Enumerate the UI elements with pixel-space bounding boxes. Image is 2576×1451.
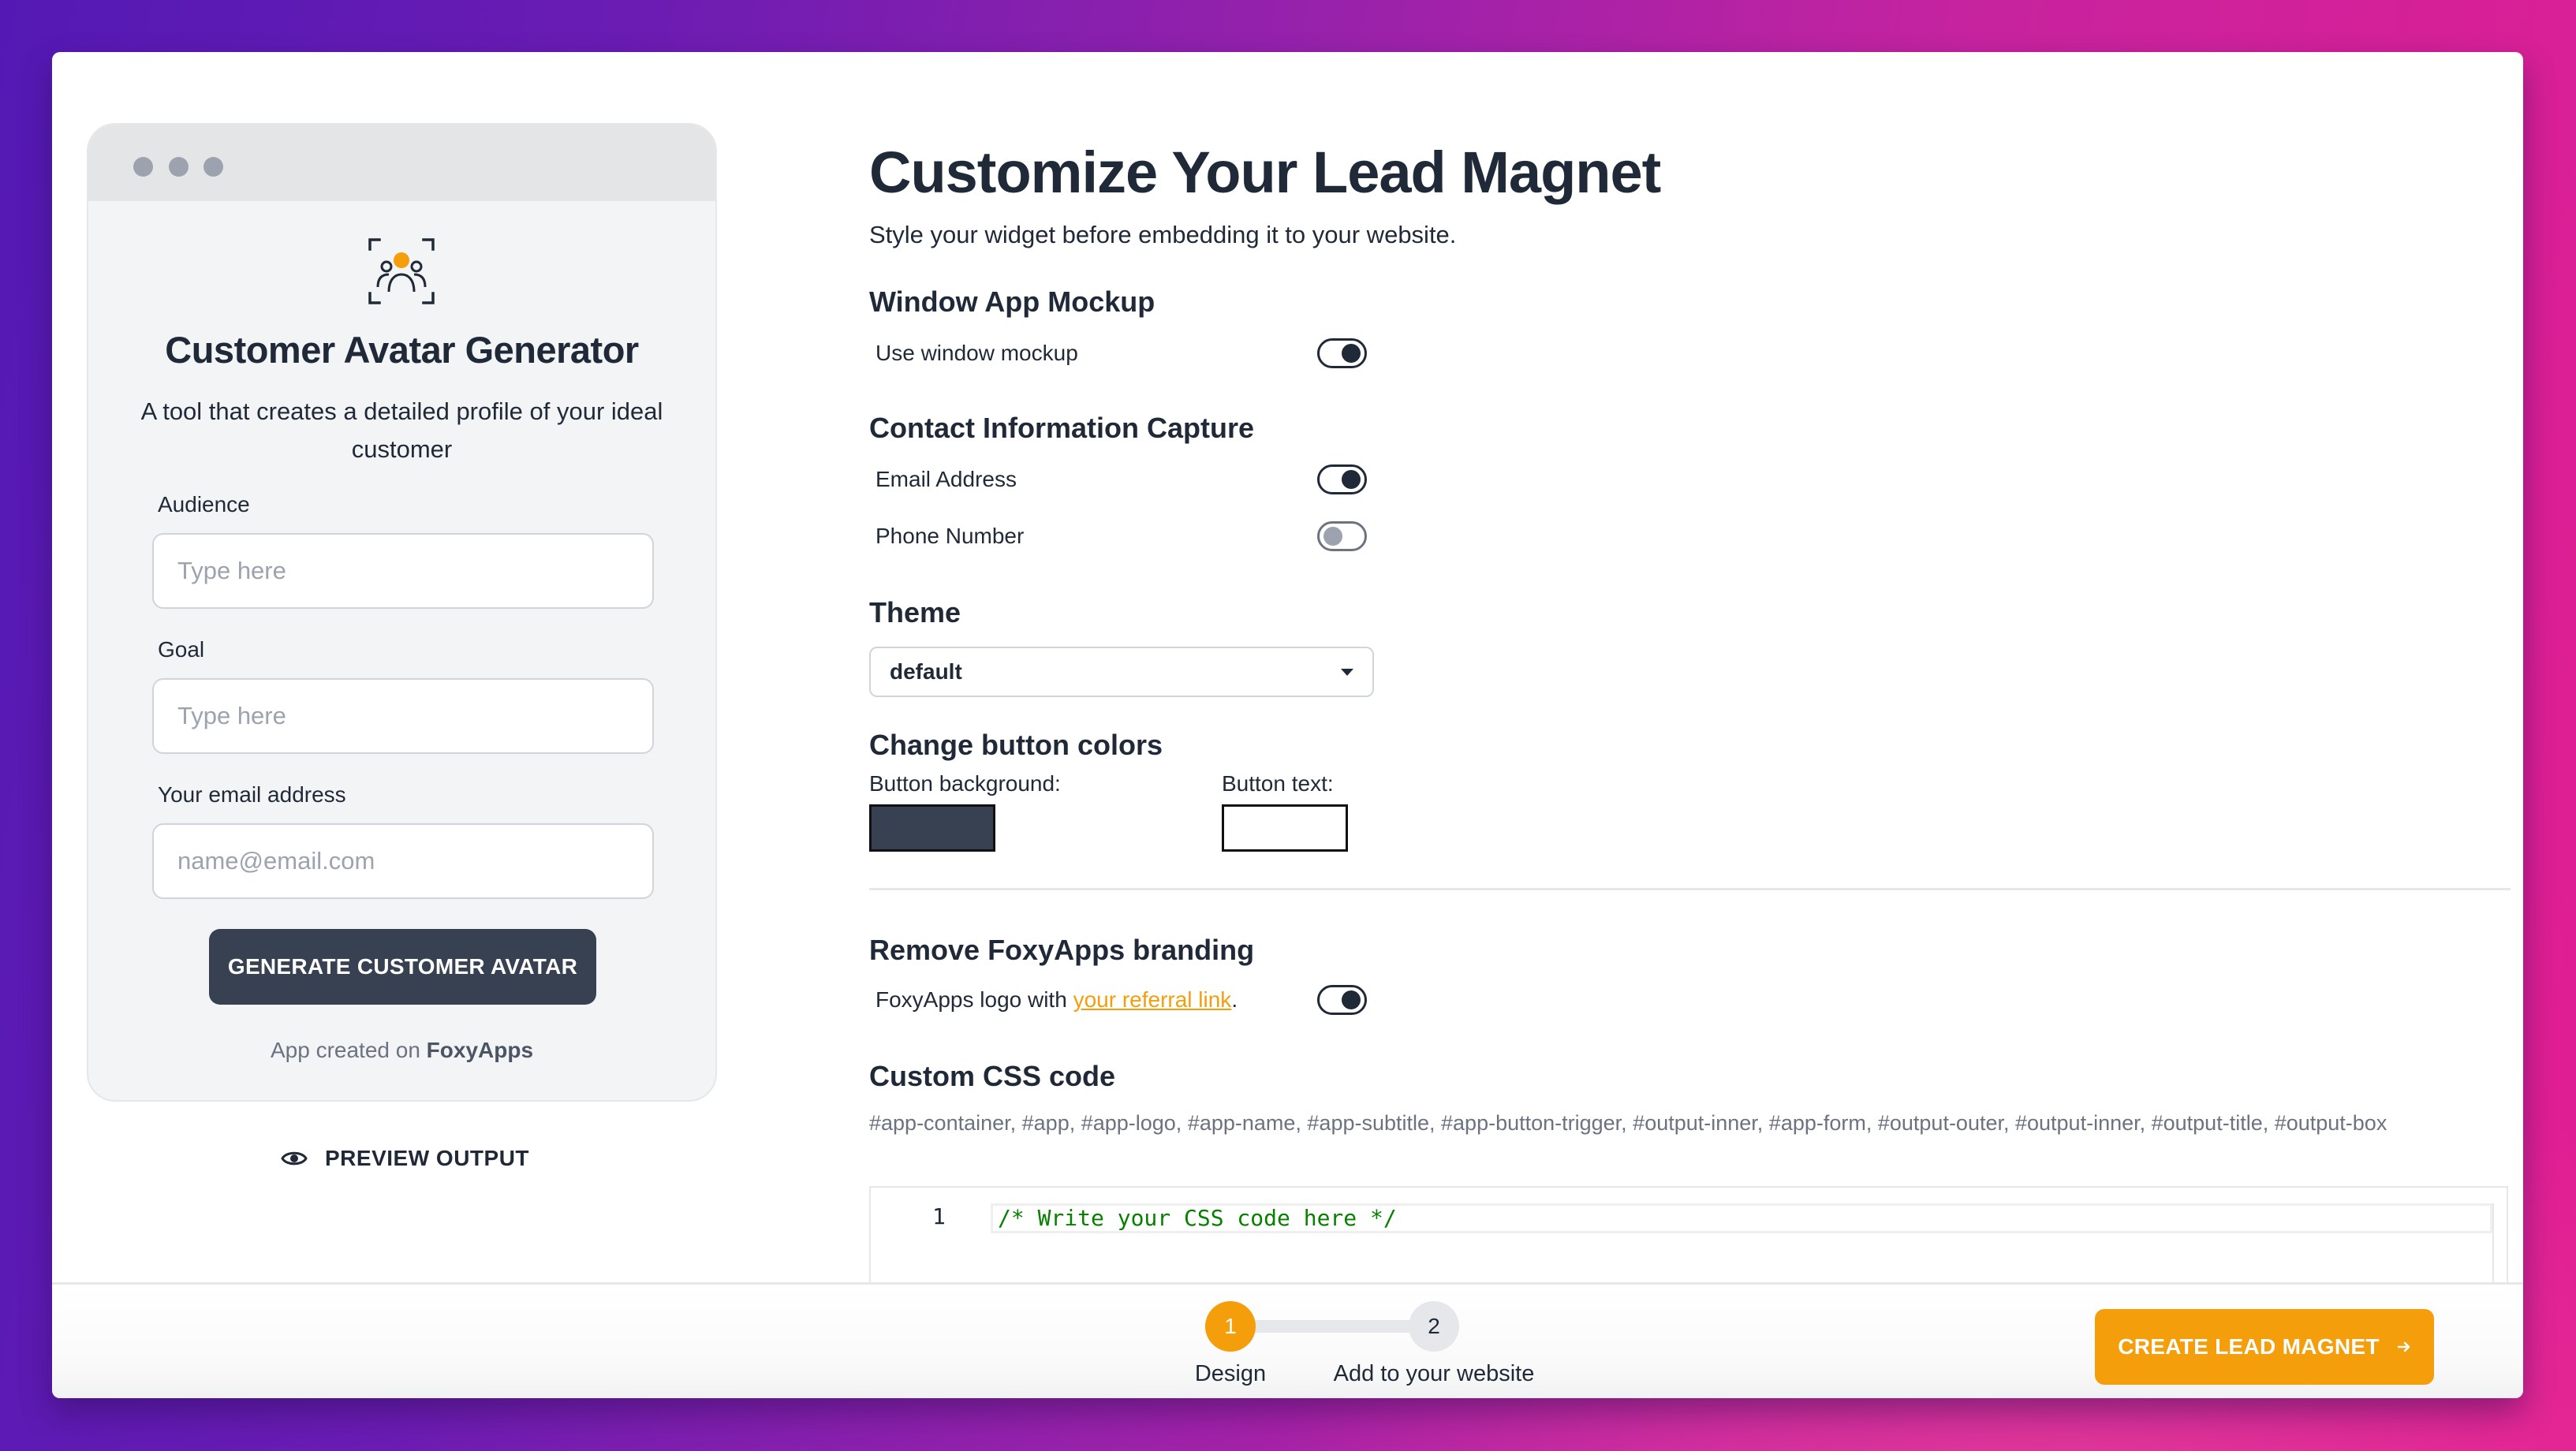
app-name: Customer Avatar Generator: [165, 329, 639, 371]
custom-css-heading: Custom CSS code: [869, 1060, 1116, 1092]
step-2-label: Add to your website: [1333, 1361, 1535, 1386]
email-input[interactable]: [152, 823, 654, 899]
chevron-down-icon: [1341, 668, 1353, 676]
create-lead-magnet-button[interactable]: CREATE LEAD MAGNET: [2095, 1309, 2434, 1385]
toggle-knob: [1342, 344, 1361, 363]
window-dot-icon: [133, 157, 153, 177]
step-1-indicator[interactable]: 1: [1205, 1301, 1256, 1352]
use-window-mockup-label: Use window mockup: [875, 341, 1078, 365]
goal-input[interactable]: [152, 678, 654, 754]
css-code-editor[interactable]: 1 /* Write your CSS code here */: [869, 1186, 2508, 1290]
generate-customer-avatar-button[interactable]: GENERATE CUSTOMER AVATAR: [209, 929, 596, 1005]
arrow-right-icon: [2397, 1341, 2410, 1352]
button-background-label: Button background:: [869, 771, 1061, 796]
create-lead-magnet-label: CREATE LEAD MAGNET: [2118, 1334, 2380, 1359]
branding-toggle[interactable]: [1317, 985, 1367, 1015]
theme-selected-value: default: [890, 659, 962, 684]
step-1-label: Design: [1194, 1361, 1267, 1386]
window-dot-icon: [203, 157, 223, 177]
theme-heading: Theme: [869, 596, 961, 629]
audience-input[interactable]: [152, 533, 654, 609]
contact-capture-heading: Contact Information Capture: [869, 412, 1255, 444]
theme-select[interactable]: default: [869, 647, 1374, 697]
widget-preview-mockup: Customer Avatar Generator A tool that cr…: [87, 123, 717, 1102]
css-selector-hint: #app-container, #app, #app-logo, #app-na…: [869, 1111, 2387, 1135]
code-line[interactable]: /* Write your CSS code here */: [991, 1203, 2492, 1233]
referral-link[interactable]: your referral link: [1073, 987, 1232, 1012]
button-background-color-picker[interactable]: [869, 804, 995, 852]
app-subtitle: A tool that creates a detailed profile o…: [140, 397, 663, 463]
credit-prefix: App created on: [270, 1038, 420, 1062]
section-divider: [869, 888, 2511, 890]
email-address-label: Email Address: [875, 467, 1017, 491]
goal-label: Goal: [158, 637, 205, 662]
branding-heading: Remove FoxyApps branding: [869, 934, 1255, 966]
line-number: 1: [932, 1203, 946, 1229]
page-title: Customize Your Lead Magnet: [869, 140, 1661, 205]
branding-label-prefix: FoxyApps logo with: [875, 987, 1067, 1012]
customer-group-focus-icon: [368, 238, 435, 304]
toggle-knob: [1323, 527, 1342, 546]
mockup-title-bar: [88, 125, 715, 201]
phone-number-toggle[interactable]: [1317, 521, 1367, 551]
credit-brand: FoxyApps: [426, 1038, 534, 1062]
email-address-toggle[interactable]: [1317, 464, 1367, 494]
audience-label: Audience: [158, 492, 250, 517]
button-text-color-picker[interactable]: [1222, 804, 1348, 852]
use-window-mockup-toggle[interactable]: [1317, 338, 1367, 368]
lead-magnet-editor-window: Customer Avatar Generator A tool that cr…: [52, 52, 2523, 1398]
window-dot-icon: [169, 157, 189, 177]
toggle-knob: [1342, 470, 1361, 489]
branding-label: FoxyApps logo with your referral link.: [875, 987, 1238, 1013]
preview-output-label: PREVIEW OUTPUT: [325, 1146, 530, 1170]
button-colors-heading: Change button colors: [869, 729, 1163, 761]
toggle-knob: [1342, 990, 1361, 1009]
button-text-label: Button text:: [1222, 771, 1334, 796]
phone-number-label: Phone Number: [875, 524, 1025, 548]
preview-output-button[interactable]: PREVIEW OUTPUT: [281, 1143, 529, 1174]
email-label: Your email address: [158, 782, 346, 807]
app-credit: App created on FoxyApps: [88, 1038, 715, 1063]
editor-scrollbar[interactable]: [2492, 1203, 2494, 1290]
branding-label-suffix: .: [1231, 987, 1238, 1012]
window-mockup-heading: Window App Mockup: [869, 285, 1155, 318]
step-2-indicator[interactable]: 2: [1409, 1301, 1459, 1352]
eye-icon: [281, 1151, 308, 1166]
page-subtitle: Style your widget before embedding it to…: [869, 221, 1457, 248]
